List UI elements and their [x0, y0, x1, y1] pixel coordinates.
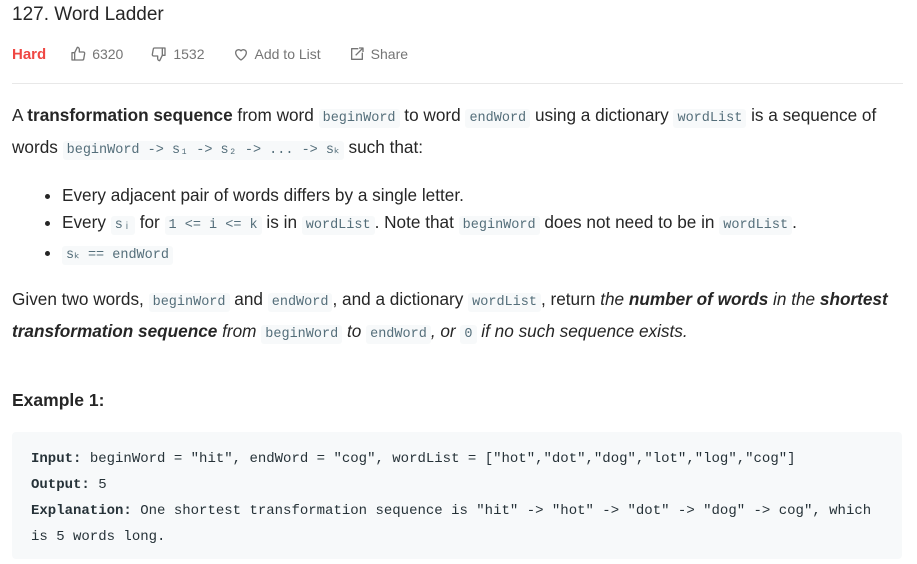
heart-icon: [234, 49, 247, 61]
problem-title: 127. Word Ladder: [12, 4, 164, 25]
code-endWord: endWord: [465, 109, 531, 128]
list-item: sₖ == endWord: [62, 239, 902, 269]
code-wordList: wordList: [468, 293, 541, 312]
code-range: 1 <= i <= k: [164, 216, 262, 235]
share-button[interactable]: Share: [349, 46, 408, 62]
add-to-list-label: Add to List: [254, 46, 321, 62]
code-endWord: endWord: [366, 325, 431, 344]
output-value: 5: [89, 477, 107, 493]
description-paragraph-1: A transformation sequence from word begi…: [12, 101, 902, 165]
difficulty-badge: Hard: [12, 45, 47, 63]
like-button[interactable]: 6320: [70, 46, 123, 62]
code-sequence: beginWord -> s₁ -> s₂ -> ... -> sₖ: [62, 141, 344, 160]
problem-description: A transformation sequence from word begi…: [12, 101, 902, 349]
example-explanation-line: Explanation: One shortest transformation…: [31, 498, 883, 550]
text: using a dictionary: [530, 105, 674, 125]
code-wordList: wordList: [301, 216, 375, 235]
text: . Note that: [374, 212, 459, 232]
code-beginWord: beginWord: [148, 293, 230, 312]
example-output-line: Output: 5: [31, 472, 883, 498]
example-input-line: Input: beginWord = "hit", endWord = "cog…: [31, 446, 883, 472]
text: to word: [399, 105, 466, 125]
text: , return: [540, 289, 601, 309]
explanation-value: One shortest transformation sequence is …: [31, 503, 880, 545]
code-sk-equals-endWord: sₖ == endWord: [62, 246, 173, 265]
term-number-of-words: number of words: [628, 289, 769, 309]
list-item: Every adjacent pair of words differs by …: [62, 182, 902, 209]
code-beginWord: beginWord: [318, 109, 400, 128]
conditions-list: Every adjacent pair of words differs by …: [12, 182, 902, 269]
code-beginWord: beginWord: [261, 325, 343, 344]
text: to: [342, 321, 367, 341]
text: A: [12, 105, 28, 125]
code-wordList: wordList: [673, 109, 747, 128]
thumbs-down-icon: [152, 47, 167, 62]
text: the: [600, 289, 629, 309]
dislike-button[interactable]: 1532: [151, 46, 205, 62]
share-label: Share: [370, 46, 409, 62]
text: in the: [768, 289, 820, 309]
text: for: [134, 212, 165, 232]
input-label: Input:: [31, 451, 82, 467]
header-divider: [12, 83, 903, 84]
like-count: 6320: [92, 46, 124, 62]
share-icon: [350, 47, 364, 60]
text: Given two words,: [12, 289, 149, 309]
text: such that:: [343, 137, 424, 157]
list-item: Every sᵢ for 1 <= i <= k is in wordList.…: [62, 209, 902, 239]
explanation-label: Explanation:: [31, 503, 132, 519]
text: Every: [62, 212, 111, 232]
text: does not need to be in: [539, 212, 720, 232]
text: if no such sequence exists.: [476, 321, 688, 341]
term-transformation-sequence: transformation sequence: [27, 105, 233, 125]
code-beginWord: beginWord: [458, 216, 540, 235]
code-endWord: endWord: [267, 293, 333, 312]
example-1-code: Input: beginWord = "hit", endWord = "cog…: [12, 432, 902, 564]
problem-meta-bar: Hard 6320 1532 Add to List Share: [12, 44, 436, 64]
text: , and a dictionary: [332, 289, 469, 309]
text: , or: [430, 321, 461, 341]
example-1-title: Example 1:: [12, 390, 105, 410]
code-si: sᵢ: [110, 216, 135, 235]
code-zero: 0: [460, 325, 477, 344]
dislike-count: 1532: [173, 46, 205, 62]
text: and: [229, 289, 268, 309]
thumbs-up-icon: [71, 46, 86, 61]
example-1-block: Input: beginWord = "hit", endWord = "cog…: [12, 432, 902, 559]
add-to-list-button[interactable]: Add to List: [233, 46, 321, 62]
description-paragraph-2: Given two words, beginWord and endWord, …: [12, 285, 902, 349]
code-wordList: wordList: [719, 216, 793, 235]
text: Every adjacent pair of words differs by …: [62, 185, 464, 205]
output-label: Output:: [31, 477, 90, 493]
text: from word: [232, 105, 319, 125]
text: from: [217, 321, 262, 341]
text: is in: [261, 212, 302, 232]
input-value: beginWord = "hit", endWord = "cog", word…: [81, 451, 796, 467]
text: .: [792, 212, 797, 232]
